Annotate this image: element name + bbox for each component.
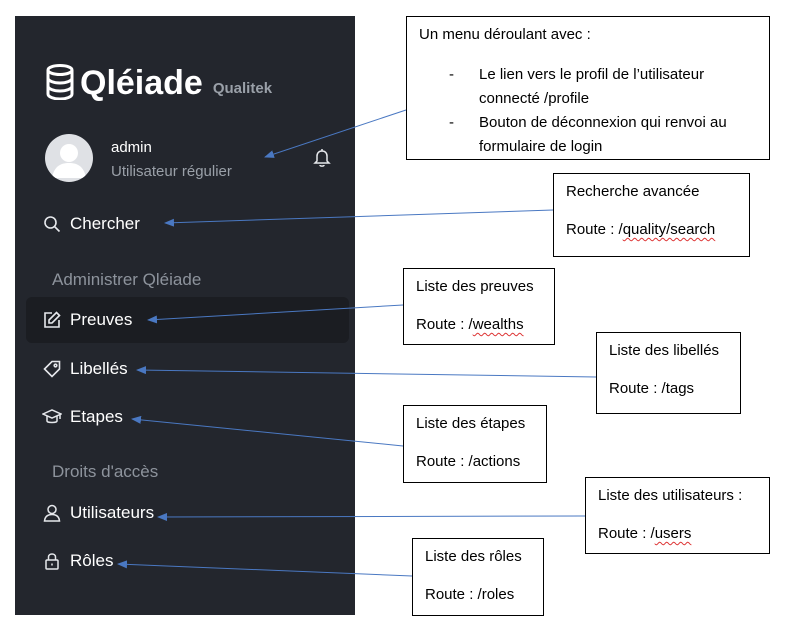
callout-title: Recherche avancée	[566, 183, 700, 200]
callout-user-menu: Un menu déroulant avec : Le lien vers le…	[406, 16, 770, 160]
arrow-preuves	[147, 304, 404, 324]
callout-bullet: Bouton de déconnexion qui renvoi au form…	[419, 111, 759, 159]
callout-title: Liste des rôles	[425, 548, 522, 565]
callout-preuves: Liste des preuves Route : /wealths	[403, 268, 555, 345]
callout-route: Route : /users	[598, 525, 692, 542]
callout-route: Route : /roles	[425, 586, 515, 603]
arrow-etapes	[131, 415, 404, 447]
callout-route: Route : /quality/search	[566, 221, 716, 238]
arrow-roles	[117, 560, 413, 577]
callout-title: Liste des étapes	[416, 415, 526, 432]
callout-route: Route : /actions	[416, 453, 521, 470]
callout-roles: Liste des rôles Route : /roles	[412, 538, 544, 616]
callout-title: Liste des utilisateurs :	[598, 487, 743, 504]
callout-bullet: Le lien vers le profil de l’utilisateur …	[419, 63, 759, 111]
callout-route: Route : /tags	[609, 380, 695, 397]
callout-search: Recherche avancée Route : /quality/searc…	[553, 173, 750, 257]
callout-utilisateurs: Liste des utilisateurs : Route : /users	[585, 477, 770, 554]
arrow-libelles	[136, 366, 597, 378]
callout-bullet-list: Le lien vers le profil de l’utilisateur …	[419, 63, 759, 159]
callout-title: Liste des libellés	[609, 342, 720, 359]
arrow-menu	[264, 109, 407, 158]
arrow-utilisateurs	[157, 512, 586, 521]
callout-title: Un menu déroulant avec :	[419, 26, 591, 43]
callout-etapes: Liste des étapes Route : /actions	[403, 405, 547, 483]
callout-route: Route : /wealths	[416, 316, 524, 333]
arrow-search	[164, 209, 554, 227]
callout-title: Liste des preuves	[416, 278, 534, 295]
callout-libelles: Liste des libellés Route : /tags	[596, 332, 741, 414]
